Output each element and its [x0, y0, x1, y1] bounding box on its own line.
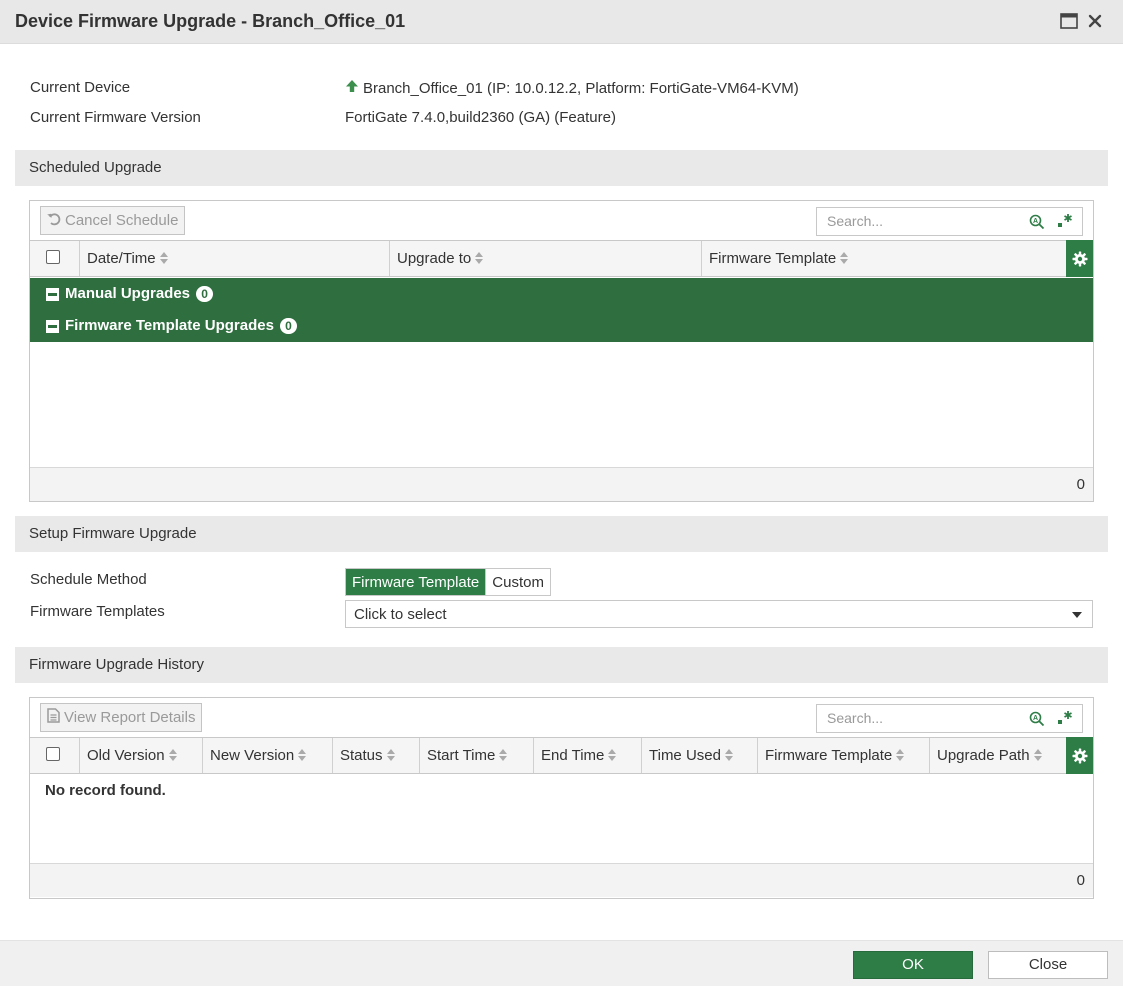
- column-label: Start Time: [427, 747, 496, 764]
- undo-icon: [47, 212, 61, 230]
- group-label: Manual Upgrades: [65, 285, 191, 302]
- current-device-text: Branch_Office_01 (IP: 10.0.12.2, Platfor…: [363, 79, 799, 97]
- column-label: Upgrade to: [397, 250, 472, 267]
- regex-icon[interactable]: [1057, 710, 1073, 730]
- dialog-title: Device Firmware Upgrade - Branch_Office_…: [15, 11, 406, 31]
- sort-icon: [386, 748, 395, 765]
- sort-icon: [168, 748, 177, 765]
- column-header-date-time[interactable]: Date/Time: [80, 241, 390, 276]
- scheduled-table-header: Date/Time Upgrade to Firmware Template: [30, 240, 1093, 277]
- column-header-firmware-template[interactable]: Firmware Template: [758, 738, 930, 773]
- column-header-time-used[interactable]: Time Used: [642, 738, 758, 773]
- scheduled-table-footer: 0: [30, 467, 1093, 501]
- select-all-checkbox[interactable]: [46, 250, 60, 264]
- column-label: Time Used: [649, 747, 721, 764]
- scheduled-upgrade-header: Scheduled Upgrade: [15, 150, 1108, 186]
- search-icon[interactable]: A: [1029, 214, 1045, 234]
- empty-message: No record found.: [45, 782, 166, 799]
- search-placeholder: Search...: [827, 710, 884, 726]
- report-icon: [47, 708, 60, 727]
- column-label: New Version: [210, 747, 295, 764]
- sort-icon: [499, 748, 508, 765]
- view-report-details-button[interactable]: View Report Details: [40, 703, 203, 732]
- column-header-upgrade-to[interactable]: Upgrade to: [390, 241, 702, 276]
- column-label: Old Version: [87, 747, 165, 764]
- search-icon[interactable]: A: [1029, 711, 1045, 731]
- setup-firmware-upgrade-header: Setup Firmware Upgrade: [15, 516, 1108, 552]
- sort-icon: [475, 251, 484, 268]
- option-firmware-template[interactable]: Firmware Template: [346, 569, 486, 595]
- record-count: 0: [1076, 872, 1085, 889]
- current-device-label: Current Device: [30, 79, 131, 96]
- history-table-body: No record found.: [30, 774, 1093, 862]
- dialog-titlebar: Device Firmware Upgrade - Branch_Office_…: [0, 0, 1123, 44]
- firmware-templates-label: Firmware Templates: [30, 603, 165, 620]
- cancel-schedule-button[interactable]: Cancel Schedule: [40, 206, 186, 235]
- close-button[interactable]: Close: [988, 951, 1108, 979]
- group-count-badge: 0: [279, 318, 297, 334]
- maximize-icon[interactable]: [1060, 13, 1078, 31]
- schedule-method-toggle: Firmware Template Custom: [345, 568, 551, 596]
- device-up-arrow-icon: [345, 79, 359, 97]
- view-report-label: View Report Details: [64, 709, 196, 726]
- close-icon[interactable]: [1087, 13, 1105, 31]
- record-count: 0: [1076, 476, 1085, 493]
- column-header-status[interactable]: Status: [333, 738, 420, 773]
- sort-icon: [840, 251, 849, 268]
- sort-icon: [608, 748, 617, 765]
- schedule-method-label: Schedule Method: [30, 571, 147, 588]
- history-search-input[interactable]: Search... A: [816, 704, 1083, 733]
- column-header-firmware-template[interactable]: Firmware Template: [702, 241, 1066, 276]
- history-table-footer: 0: [30, 863, 1093, 897]
- column-header-old-version[interactable]: Old Version: [80, 738, 203, 773]
- group-row-firmware-template-upgrades[interactable]: Firmware Template Upgrades 0: [30, 310, 1093, 342]
- select-value: Click to select: [354, 606, 447, 623]
- scheduled-search-input[interactable]: Search... A: [816, 207, 1083, 236]
- column-header-upgrade-path[interactable]: Upgrade Path: [930, 738, 1066, 773]
- svg-text:A: A: [1033, 218, 1038, 225]
- svg-text:A: A: [1033, 715, 1038, 722]
- select-all-checkbox[interactable]: [46, 747, 60, 761]
- column-settings-gear-icon[interactable]: [1066, 737, 1093, 774]
- cancel-schedule-label: Cancel Schedule: [65, 212, 179, 229]
- current-firmware-value: FortiGate 7.4.0,build2360 (GA) (Feature): [345, 109, 616, 126]
- column-label: Firmware Template: [709, 250, 837, 267]
- column-label: Status: [340, 747, 383, 764]
- option-custom[interactable]: Custom: [485, 569, 550, 595]
- column-label: Upgrade Path: [937, 747, 1030, 764]
- current-firmware-label: Current Firmware Version: [30, 109, 201, 126]
- sort-icon: [298, 748, 307, 765]
- column-settings-gear-icon[interactable]: [1066, 240, 1093, 277]
- ok-button[interactable]: OK: [853, 951, 973, 979]
- column-header-end-time[interactable]: End Time: [534, 738, 642, 773]
- group-row-manual-upgrades[interactable]: Manual Upgrades 0: [30, 278, 1093, 310]
- column-header-start-time[interactable]: Start Time: [420, 738, 534, 773]
- sort-icon: [1033, 748, 1042, 765]
- select-all-cell: [30, 241, 80, 276]
- collapse-icon[interactable]: [46, 288, 59, 301]
- group-label: Firmware Template Upgrades: [65, 317, 274, 334]
- history-table-header: Old Version New Version Status Start Tim…: [30, 737, 1093, 774]
- column-label: End Time: [541, 747, 605, 764]
- column-header-new-version[interactable]: New Version: [203, 738, 333, 773]
- select-all-cell: [30, 738, 80, 773]
- group-count-badge: 0: [196, 286, 214, 302]
- sort-icon: [724, 748, 733, 765]
- current-device-value: Branch_Office_01 (IP: 10.0.12.2, Platfor…: [345, 79, 799, 97]
- chevron-down-icon: [1072, 612, 1082, 618]
- column-label: Date/Time: [87, 250, 156, 267]
- firmware-upgrade-history-header: Firmware Upgrade History: [15, 647, 1108, 683]
- collapse-icon[interactable]: [46, 320, 59, 333]
- regex-icon[interactable]: [1057, 213, 1073, 233]
- history-panel: View Report Details Search... A Old Vers…: [29, 697, 1094, 899]
- dialog-footer: OK Close: [0, 940, 1123, 986]
- scheduled-upgrade-panel: Cancel Schedule Search... A Date/Time Up…: [29, 200, 1094, 502]
- firmware-templates-select[interactable]: Click to select: [345, 600, 1093, 628]
- sort-icon: [159, 251, 168, 268]
- column-label: Firmware Template: [765, 747, 893, 764]
- search-placeholder: Search...: [827, 213, 884, 229]
- sort-icon: [896, 748, 905, 765]
